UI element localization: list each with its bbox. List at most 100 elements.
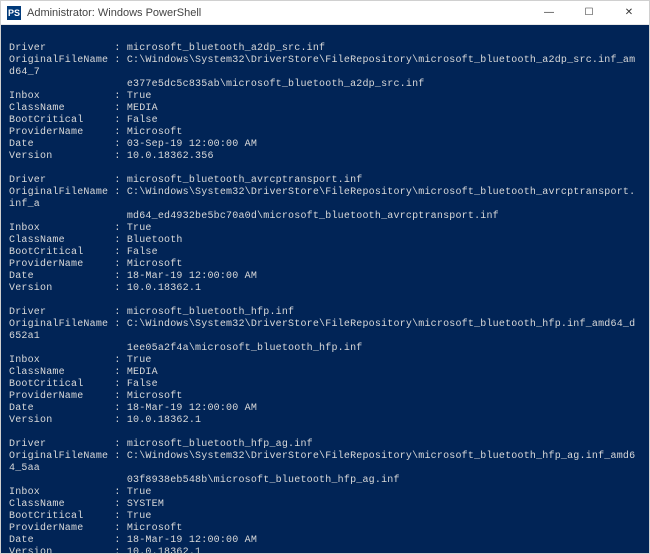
field-label: Driver :: [9, 439, 127, 451]
field-label: ProviderName :: [9, 127, 127, 139]
field-value: SYSTEM: [127, 499, 164, 510]
output-line: ClassName : MEDIA: [9, 367, 641, 379]
output-line: [9, 31, 641, 43]
field-value: 18-Mar-19 12:00:00 AM: [127, 271, 257, 282]
field-label: Inbox :: [9, 355, 127, 367]
output-line: OriginalFileName : C:\Windows\System32\D…: [9, 451, 641, 475]
field-value: microsoft_bluetooth_hfp.inf: [127, 307, 294, 318]
field-value: False: [127, 247, 158, 258]
field-value: Microsoft: [127, 127, 183, 138]
driver-entry: Driver : microsoft_bluetooth_hfp.infOrig…: [9, 307, 641, 427]
output-line: OriginalFileName : C:\Windows\System32\D…: [9, 55, 641, 79]
output-line-continuation: 03f8938eb548b\microsoft_bluetooth_hfp_ag…: [9, 475, 641, 487]
field-label: OriginalFileName :: [9, 187, 127, 199]
powershell-window: PS Administrator: Windows PowerShell — ☐…: [0, 0, 650, 554]
field-value: 18-Mar-19 12:00:00 AM: [127, 403, 257, 414]
field-label: BootCritical :: [9, 511, 127, 523]
field-label: BootCritical :: [9, 115, 127, 127]
output-line: BootCritical : False: [9, 115, 641, 127]
field-label: Driver :: [9, 175, 127, 187]
window-controls: — ☐ ✕: [529, 1, 649, 24]
field-label: ClassName :: [9, 235, 127, 247]
field-label: Inbox :: [9, 91, 127, 103]
field-value: Microsoft: [127, 391, 183, 402]
output-line: ProviderName : Microsoft: [9, 391, 641, 403]
field-label: Version :: [9, 415, 127, 427]
field-label: Driver :: [9, 307, 127, 319]
powershell-icon: PS: [7, 6, 21, 20]
field-value: microsoft_bluetooth_avrcptransport.inf: [127, 175, 363, 186]
driver-entry: Driver : microsoft_bluetooth_hfp_ag.infO…: [9, 439, 641, 553]
field-value: True: [127, 91, 152, 102]
field-label: Date :: [9, 535, 127, 547]
titlebar[interactable]: PS Administrator: Windows PowerShell — ☐…: [1, 1, 649, 25]
field-value: MEDIA: [127, 367, 158, 378]
field-value: md64_ed4932be5bc70a0d\microsoft_bluetoot…: [9, 211, 499, 222]
output-line-continuation: 1ee05a2f4a\microsoft_bluetooth_hfp.inf: [9, 343, 641, 355]
field-value: e377e5dc5c835ab\microsoft_bluetooth_a2dp…: [9, 79, 424, 90]
output-line: Date : 18-Mar-19 12:00:00 AM: [9, 271, 641, 283]
field-label: ProviderName :: [9, 259, 127, 271]
field-value: Microsoft: [127, 259, 183, 270]
output-line: Date : 18-Mar-19 12:00:00 AM: [9, 403, 641, 415]
output-line: Date : 03-Sep-19 12:00:00 AM: [9, 139, 641, 151]
close-button[interactable]: ✕: [609, 1, 649, 24]
field-label: Version :: [9, 547, 127, 553]
field-value: microsoft_bluetooth_a2dp_src.inf: [127, 43, 325, 54]
terminal-output[interactable]: Driver : microsoft_bluetooth_a2dp_src.in…: [1, 25, 649, 553]
output-line: Inbox : True: [9, 487, 641, 499]
field-value: True: [127, 355, 152, 366]
output-line: Version : 10.0.18362.1: [9, 547, 641, 553]
field-label: Date :: [9, 139, 127, 151]
output-line: BootCritical : False: [9, 247, 641, 259]
output-line: Inbox : True: [9, 355, 641, 367]
field-label: ProviderName :: [9, 391, 127, 403]
field-value: False: [127, 115, 158, 126]
output-line: Version : 10.0.18362.356: [9, 151, 641, 163]
output-line: OriginalFileName : C:\Windows\System32\D…: [9, 187, 641, 211]
field-label: ClassName :: [9, 367, 127, 379]
field-value: 10.0.18362.1: [127, 283, 201, 294]
output-line-continuation: md64_ed4932be5bc70a0d\microsoft_bluetoot…: [9, 211, 641, 223]
output-line: Inbox : True: [9, 91, 641, 103]
output-line: BootCritical : False: [9, 379, 641, 391]
output-line: Version : 10.0.18362.1: [9, 283, 641, 295]
field-label: OriginalFileName :: [9, 451, 127, 463]
field-label: OriginalFileName :: [9, 319, 127, 331]
driver-entry: Driver : microsoft_bluetooth_a2dp_src.in…: [9, 43, 641, 163]
field-value: 18-Mar-19 12:00:00 AM: [127, 535, 257, 546]
field-label: Inbox :: [9, 223, 127, 235]
field-value: 1ee05a2f4a\microsoft_bluetooth_hfp.inf: [9, 343, 362, 354]
output-line: ClassName : Bluetooth: [9, 235, 641, 247]
field-value: 10.0.18362.1: [127, 547, 201, 553]
field-label: Version :: [9, 283, 127, 295]
field-label: Date :: [9, 403, 127, 415]
field-label: ClassName :: [9, 499, 127, 511]
driver-entry: Driver : microsoft_bluetooth_avrcptransp…: [9, 175, 641, 295]
minimize-button[interactable]: —: [529, 1, 569, 24]
field-label: BootCritical :: [9, 247, 127, 259]
window-title: Administrator: Windows PowerShell: [27, 7, 529, 19]
field-value: 03f8938eb548b\microsoft_bluetooth_hfp_ag…: [9, 475, 400, 486]
output-line: ProviderName : Microsoft: [9, 259, 641, 271]
field-label: BootCritical :: [9, 379, 127, 391]
output-line: OriginalFileName : C:\Windows\System32\D…: [9, 319, 641, 343]
field-label: Date :: [9, 271, 127, 283]
output-line: Inbox : True: [9, 223, 641, 235]
output-line: Date : 18-Mar-19 12:00:00 AM: [9, 535, 641, 547]
field-label: ClassName :: [9, 103, 127, 115]
field-value: Bluetooth: [127, 235, 183, 246]
output-line: ClassName : SYSTEM: [9, 499, 641, 511]
maximize-button[interactable]: ☐: [569, 1, 609, 24]
output-line: Driver : microsoft_bluetooth_avrcptransp…: [9, 175, 641, 187]
field-value: microsoft_bluetooth_hfp_ag.inf: [127, 439, 313, 450]
field-value: 03-Sep-19 12:00:00 AM: [127, 139, 257, 150]
field-value: 10.0.18362.1: [127, 415, 201, 426]
output-line: Driver : microsoft_bluetooth_a2dp_src.in…: [9, 43, 641, 55]
field-value: True: [127, 487, 152, 498]
field-label: Driver :: [9, 43, 127, 55]
output-line: ClassName : MEDIA: [9, 103, 641, 115]
output-line: ProviderName : Microsoft: [9, 523, 641, 535]
field-value: False: [127, 379, 158, 390]
field-value: True: [127, 511, 152, 522]
